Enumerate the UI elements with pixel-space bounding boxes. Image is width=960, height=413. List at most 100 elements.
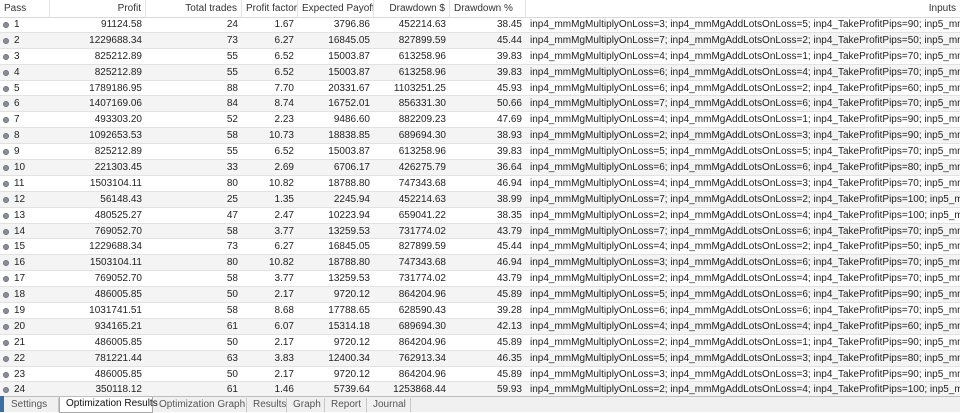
- cell-total-trades: 50: [226, 289, 238, 301]
- cell-profit-factor: 8.74: [274, 98, 294, 110]
- cell-profit-factor: 6.52: [274, 50, 294, 62]
- cell-inputs: inp4_mmMgMultiplyOnLoss=7; inp4_mmMgAddL…: [530, 98, 960, 110]
- pass-dot-icon: [3, 228, 9, 235]
- tab-graph[interactable]: Graph: [287, 398, 325, 412]
- column-header-profit-factor[interactable]: Profit factor: [242, 0, 298, 17]
- table-row[interactable]: 5 1789186.95 88 7.70 20331.67 1103251.25 45.93…: [0, 81, 960, 97]
- table-row[interactable]: 18 486005.85 50 2.17 9720.12 864204.96 45.89 in…: [0, 287, 960, 304]
- table-row[interactable]: 14 769052.70 58 3.77 13259.53 731774.02 43.79 i…: [0, 223, 960, 240]
- column-header-pass[interactable]: Pass: [0, 0, 50, 17]
- pass-dot-icon: [3, 85, 9, 92]
- table-row[interactable]: 7 493303.20 52 2.23 9486.60 882209.23 47.69 inp…: [0, 112, 960, 129]
- cell-expected-payoff: 20331.67: [328, 82, 370, 94]
- pass-dot-icon: [3, 387, 9, 394]
- cell-total-trades: 80: [226, 257, 238, 269]
- column-header-total-trades[interactable]: Total trades: [146, 0, 242, 17]
- cell-expected-payoff: 15003.87: [328, 66, 370, 78]
- tab-results[interactable]: Results: [247, 398, 287, 412]
- table-row[interactable]: 10 221303.45 33 2.69 6706.17 426275.79 36.64 in…: [0, 160, 960, 176]
- table-row[interactable]: 3 825212.89 55 6.52 15003.87 613258.96 39.83 in…: [0, 49, 960, 65]
- table-row[interactable]: 13 480525.27 47 2.47 10223.94 659041.22 38.35 i…: [0, 208, 960, 224]
- cell-total-trades: 61: [226, 320, 238, 332]
- table-row[interactable]: 19 1031741.51 58 8.68 17788.65 628590.43 39.28…: [0, 303, 960, 319]
- table-row[interactable]: 23 486005.85 50 2.17 9720.12 864204.96 45.89 in…: [0, 367, 960, 383]
- cell-drawdown-pct: 38.99: [496, 193, 522, 205]
- cell-profit: 1407169.06: [89, 98, 142, 110]
- tab-report[interactable]: Report: [325, 398, 367, 412]
- table-row[interactable]: 11 1503104.11 80 10.82 18788.80 747343.68 46.9…: [0, 176, 960, 192]
- cell-profit: 221303.45: [94, 162, 142, 174]
- cell-expected-payoff: 9486.60: [333, 114, 370, 126]
- pass-dot-icon: [3, 276, 9, 283]
- cell-drawdown-pct: 45.44: [496, 241, 522, 253]
- table-row[interactable]: 20 934165.21 61 6.07 15314.18 689694.30 42.13 i…: [0, 318, 960, 335]
- cell-profit: 350118.12: [95, 384, 142, 396]
- table-row[interactable]: 9 825212.89 55 6.52 15003.87 613258.96 39.83 in…: [0, 144, 960, 161]
- table-row[interactable]: 24 350118.12 61 1.46 5739.64 1253868.44 59.93 i…: [0, 382, 960, 396]
- cell-drawdown-pct: 39.83: [496, 66, 522, 78]
- cell-profit-factor: 6.07: [274, 320, 294, 332]
- cell-profit-factor: 3.77: [274, 225, 294, 237]
- table-body: 1 91124.58 24 1.67 3796.86 452214.63 38.45 inp4…: [0, 17, 960, 396]
- column-header-profit[interactable]: Profit: [50, 0, 146, 17]
- cell-total-trades: 25: [226, 193, 238, 205]
- cell-pass: 14: [14, 225, 26, 237]
- cell-expected-payoff: 13259.53: [328, 273, 370, 285]
- table-row[interactable]: 16 1503104.11 80 10.82 18788.80 747343.68 46.9…: [0, 255, 960, 272]
- table-row[interactable]: 4 825212.89 55 6.52 15003.87 613258.96 39.83 in…: [0, 64, 960, 81]
- table-row[interactable]: 1 91124.58 24 1.67 3796.86 452214.63 38.45 inp4…: [0, 17, 960, 33]
- column-header-expected-payoff[interactable]: Expected Payoff: [298, 0, 374, 17]
- table-row[interactable]: 12 56148.43 25 1.35 2245.94 452214.63 38.99 inp…: [0, 191, 960, 208]
- cell-inputs: inp4_mmMgMultiplyOnLoss=6; inp4_mmMgAddL…: [530, 162, 960, 174]
- cell-profit-factor: 3.83: [274, 352, 294, 364]
- table-row[interactable]: 22 781221.44 63 3.83 12400.34 762913.34 46.35 i…: [0, 350, 960, 367]
- cell-drawdown: 864204.96: [398, 368, 446, 380]
- cell-profit-factor: 1.35: [274, 193, 294, 205]
- cell-pass: 3: [14, 50, 20, 62]
- table-row[interactable]: 6 1407169.06 84 8.74 16752.01 856331.30 50.66 i…: [0, 96, 960, 113]
- cell-pass: 20: [14, 320, 26, 332]
- cell-expected-payoff: 6706.17: [333, 162, 370, 174]
- pass-dot-icon: [3, 149, 9, 156]
- column-header-drawdown-pct[interactable]: Drawdown %: [450, 0, 526, 17]
- cell-drawdown-pct: 45.89: [496, 289, 522, 301]
- cell-inputs: inp4_mmMgMultiplyOnLoss=4; inp4_mmMgAddL…: [530, 114, 960, 126]
- cell-total-trades: 73: [226, 34, 238, 46]
- cell-total-trades: 50: [226, 336, 238, 348]
- column-header-inputs[interactable]: Inputs: [526, 0, 960, 17]
- cell-total-trades: 88: [226, 82, 238, 94]
- cell-drawdown: 628590.43: [398, 305, 446, 317]
- table-row[interactable]: 2 1229688.34 73 6.27 16845.05 827899.59 45.44 i…: [0, 32, 960, 49]
- tab-optimization-results[interactable]: Optimization Results: [59, 397, 158, 413]
- table-row[interactable]: 15 1229688.34 73 6.27 16845.05 827899.59 45.44…: [0, 239, 960, 256]
- tab-optimization-graph[interactable]: Optimization Graph: [153, 398, 247, 412]
- cell-total-trades: 55: [226, 66, 238, 78]
- cell-inputs: inp4_mmMgMultiplyOnLoss=2; inp4_mmMgAddL…: [530, 336, 960, 348]
- cell-expected-payoff: 15003.87: [328, 50, 370, 62]
- cell-pass: 13: [14, 209, 26, 221]
- table-row[interactable]: 17 769052.70 58 3.77 13259.53 731774.02 43.79 i…: [0, 271, 960, 288]
- pass-dot-icon: [3, 292, 9, 299]
- column-header-drawdown[interactable]: Drawdown $: [374, 0, 450, 17]
- cell-expected-payoff: 16752.01: [328, 98, 370, 110]
- table-row[interactable]: 21 486005.85 50 2.17 9720.12 864204.96 45.89 in…: [0, 335, 960, 351]
- cell-expected-payoff: 16845.05: [328, 241, 370, 253]
- cell-expected-payoff: 17788.65: [328, 305, 370, 317]
- cell-pass: 15: [14, 241, 26, 253]
- cell-expected-payoff: 15003.87: [328, 146, 370, 158]
- pass-dot-icon: [3, 355, 9, 362]
- cell-inputs: inp4_mmMgMultiplyOnLoss=3; inp4_mmMgAddL…: [530, 368, 960, 380]
- cell-pass: 4: [14, 66, 20, 78]
- cell-profit: 480525.27: [94, 209, 142, 221]
- cell-profit: 1229688.34: [89, 34, 142, 46]
- cell-drawdown-pct: 39.28: [496, 305, 522, 317]
- pass-dot-icon: [3, 244, 9, 251]
- pass-dot-icon: [3, 323, 9, 330]
- tab-settings[interactable]: Settings: [5, 398, 59, 412]
- cell-total-trades: 61: [226, 384, 238, 396]
- pass-dot-icon: [3, 196, 9, 203]
- cell-profit-factor: 2.69: [274, 162, 294, 174]
- cell-drawdown: 426275.79: [398, 162, 446, 174]
- table-row[interactable]: 8 1092653.53 58 10.73 18838.85 689694.30 38.93…: [0, 128, 960, 145]
- tab-journal[interactable]: Journal: [367, 398, 411, 412]
